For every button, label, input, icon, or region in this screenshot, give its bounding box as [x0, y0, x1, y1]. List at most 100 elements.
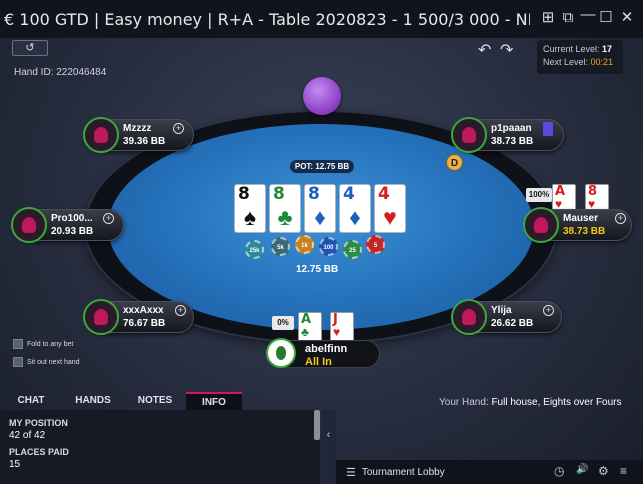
diamond-icon: ♦ — [314, 204, 326, 230]
your-hand: Your Hand: Full house, Eights over Fours — [439, 397, 622, 408]
current-level-value: 17 — [602, 44, 613, 54]
clock-icon[interactable]: ◷ — [554, 464, 564, 478]
equity-badge: 100% — [526, 188, 552, 202]
seat-mzzzz[interactable]: Mzzzz 39.36 BB + — [83, 117, 194, 153]
player-avatar — [83, 299, 119, 335]
chip-5k: 5k — [271, 237, 290, 256]
hand-id: Hand ID: 222046484 — [14, 67, 107, 78]
hero-status: All In — [305, 356, 332, 368]
sit-out-next-hand-option[interactable]: Sit out next hand — [13, 357, 80, 367]
board-card-5: 4 ♥ — [374, 184, 406, 233]
chip-100: 100 — [319, 237, 338, 256]
seat-mauser[interactable]: Mauser 38.73 BB + — [523, 207, 632, 243]
window-title: € 100 GTD | Easy money | R+A - Table 202… — [4, 9, 530, 29]
player-info-icon[interactable]: + — [615, 213, 626, 224]
player-avatar — [523, 207, 559, 243]
card-rank: 8 — [273, 184, 285, 204]
board-card-2: 8 ♣ — [269, 184, 301, 233]
rebuy-button[interactable]: ↺ — [12, 40, 48, 56]
player-stack: 76.67 BB — [123, 318, 166, 329]
club-icon: ♣ — [277, 204, 293, 230]
fold-to-any-bet-label: Fold to any bet — [27, 340, 74, 348]
card-rank: 8 — [238, 184, 250, 204]
seat-p1paaan[interactable]: p1paaan 38.73 BB — [451, 117, 564, 153]
fold-to-any-bet-checkbox[interactable] — [13, 339, 23, 349]
spade-icon: ♠ — [243, 204, 257, 230]
sit-out-next-hand-label: Sit out next hand — [27, 358, 80, 366]
hero-avatar — [266, 338, 296, 368]
poker-table-window: € 100 GTD | Easy money | R+A - Table 202… — [0, 0, 643, 484]
tab-chat[interactable]: CHAT — [0, 392, 62, 410]
maximize-button[interactable]: ☐ — [598, 10, 614, 26]
player-name: xxxAxxx — [123, 305, 164, 316]
heart-icon: ♥ — [333, 325, 341, 339]
minimize-button[interactable]: — — [580, 7, 596, 23]
diamond-icon: ♦ — [349, 204, 361, 230]
player-stack: 26.62 BB — [491, 318, 534, 329]
tab-hands[interactable]: HANDS — [62, 392, 124, 410]
tab-info[interactable]: INFO — [186, 392, 242, 410]
places-paid-value: 15 — [9, 459, 21, 470]
player-avatar — [83, 117, 119, 153]
panel-scrollbar[interactable] — [314, 410, 320, 440]
redo-icon[interactable]: ↷ — [500, 40, 513, 60]
places-paid-label: PLACES PAID — [9, 447, 69, 457]
player-info-icon[interactable]: + — [103, 213, 114, 224]
player-info-icon[interactable]: + — [173, 123, 184, 134]
next-level-label: Next Level: — [543, 57, 589, 67]
menu-icon[interactable]: ≡ — [620, 464, 627, 478]
chip-25k: 25k — [245, 240, 264, 259]
collapse-panel-button[interactable]: ‹ — [321, 410, 336, 484]
next-level: Next Level: 00:21 — [543, 56, 617, 69]
seat-ylija[interactable]: Ylija 26.62 BB + — [451, 299, 562, 335]
player-stack: 38.73 BB — [563, 226, 606, 237]
sound-icon[interactable]: 🔊 — [576, 464, 588, 475]
tab-notes[interactable]: NOTES — [124, 392, 186, 410]
player-stack: 39.36 BB — [123, 136, 166, 147]
tournament-lobby-link[interactable]: Tournament Lobby — [362, 467, 445, 478]
dealer-button: D — [446, 154, 463, 171]
undo-icon[interactable]: ↶ — [478, 40, 491, 60]
heart-icon: ♥ — [383, 204, 397, 230]
seat-pro100[interactable]: Pro100... 20.93 BB + — [11, 207, 124, 243]
close-button[interactable]: ✕ — [619, 10, 635, 26]
player-name: Mauser — [563, 213, 599, 224]
hero-name: abelfinn — [305, 343, 348, 355]
board-card-3: 8 ♦ — [304, 184, 336, 233]
player-name: Pro100... — [51, 213, 93, 224]
player-avatar — [451, 299, 487, 335]
player-stack: 20.93 BB — [51, 226, 94, 237]
equity-badge: 0% — [272, 316, 294, 330]
your-hand-value: Full house, Eights over Fours — [491, 397, 622, 408]
panel-tabs: CHAT HANDS NOTES INFO — [0, 392, 336, 410]
info-panel: MY POSITION 42 of 42 PLACES PAID 15 — [0, 410, 320, 484]
player-name: p1paaan — [491, 123, 532, 134]
club-icon: ♣ — [301, 325, 309, 339]
bottom-bar: ☰ Tournament Lobby — [336, 460, 643, 484]
next-level-value: 00:21 — [590, 57, 614, 67]
sit-out-next-hand-checkbox[interactable] — [13, 357, 23, 367]
tile-tables-icon[interactable]: ⊞ — [540, 10, 556, 26]
current-level: Current Level: 17 — [543, 43, 617, 56]
chip-5: 5 — [366, 235, 385, 254]
my-position-label: MY POSITION — [9, 418, 68, 428]
fold-to-any-bet-option[interactable]: Fold to any bet — [13, 339, 73, 349]
restore-icon[interactable]: ⧉ — [560, 10, 576, 26]
lobby-icon[interactable]: ☰ — [346, 466, 356, 479]
player-avatar — [11, 207, 47, 243]
player-info-icon[interactable]: + — [543, 305, 554, 316]
board-card-1: 8 ♠ — [234, 184, 266, 233]
player-info-icon[interactable]: + — [175, 305, 186, 316]
level-info: Current Level: 17 Next Level: 00:21 — [537, 40, 623, 74]
settings-icon[interactable]: ⚙ — [598, 464, 609, 478]
player-avatar — [451, 117, 487, 153]
seat-xxxaxxx[interactable]: xxxAxxx 76.67 BB + — [83, 299, 194, 335]
bookmark-icon[interactable] — [543, 122, 553, 136]
title-bar: € 100 GTD | Easy money | R+A - Table 202… — [0, 0, 643, 38]
chip-25: 25 — [343, 240, 362, 259]
table-logo — [303, 77, 341, 115]
card-rank: 4 — [343, 184, 355, 204]
player-stack: 38.73 BB — [491, 136, 534, 147]
chip-1k: 1k — [295, 235, 314, 254]
pot-total: 12.75 BB — [296, 264, 339, 275]
